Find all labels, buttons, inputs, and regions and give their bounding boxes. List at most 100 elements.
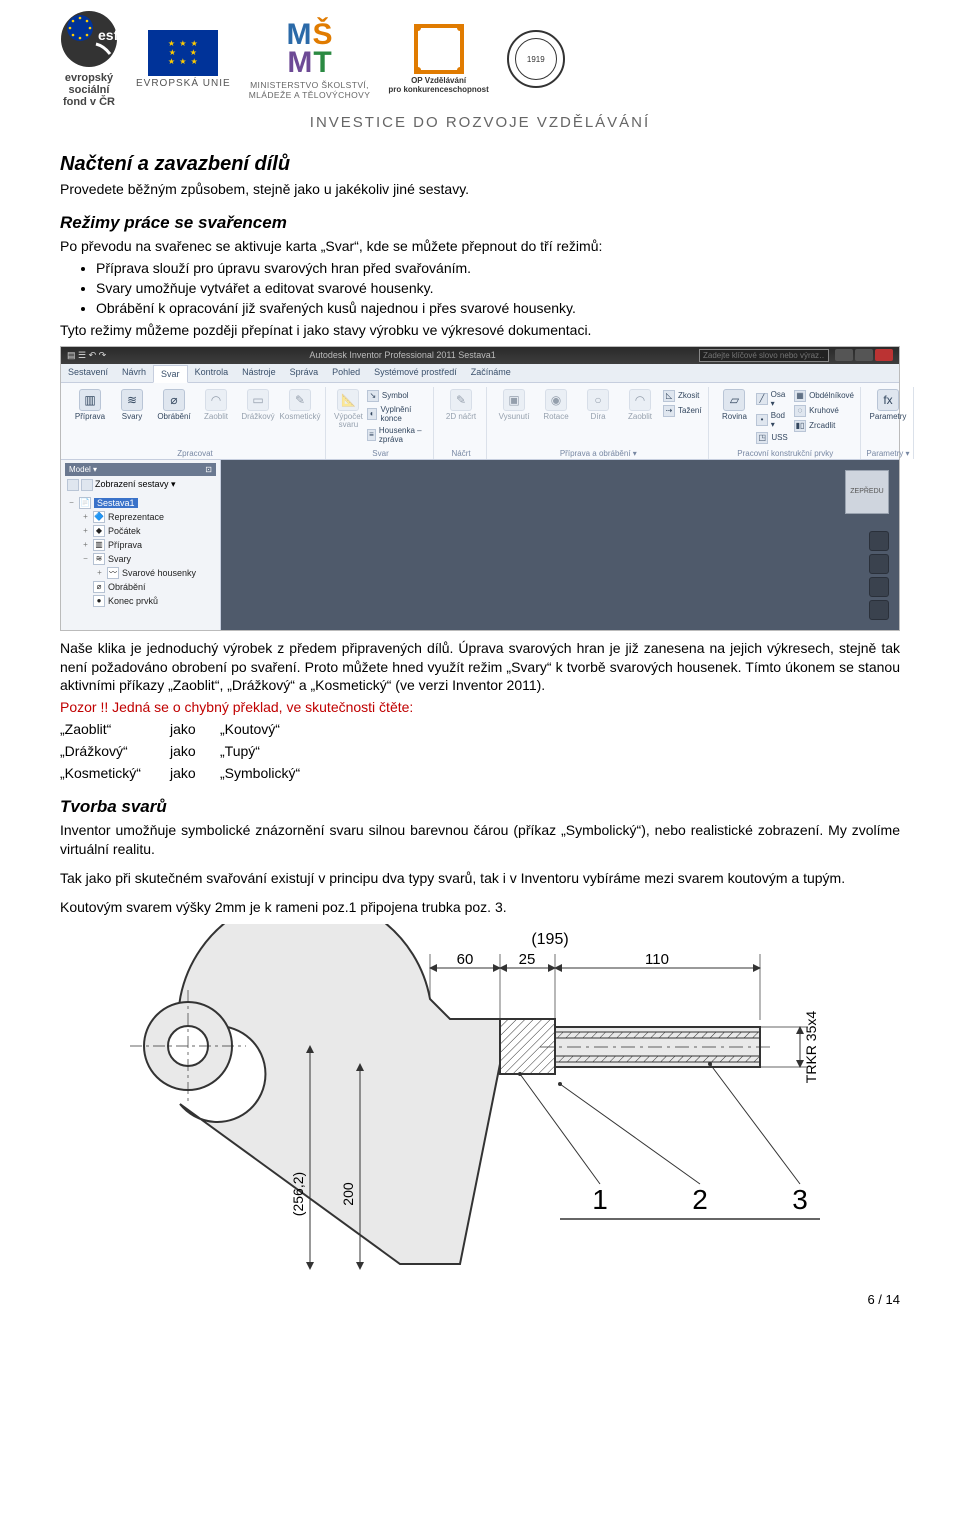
ribbon-stack: ▦Obdélníkové◌Kruhové▮▯Zrcadlit [794,389,854,433]
svg-text:25: 25 [519,951,536,968]
op-square-icon [414,24,464,74]
drawing-svg: (195) 60 25 110 TRKR 35x4 (256,2) 200 1 … [60,924,900,1274]
button-label: Zrcadlit [809,421,835,430]
tree-node-label: Obrábění [108,582,146,592]
button-label: Bod ▾ [771,411,790,429]
obdelnikove-button[interactable]: ▦Obdélníkové [794,389,854,403]
warning-text: Pozor !! Jedná se o chybný překlad, ve s… [60,698,900,717]
model-panel-header[interactable]: Model ▾⊡ [65,463,216,476]
help-search-input[interactable] [699,349,829,362]
button-label: Rovina [722,413,747,421]
osa-button[interactable]: ╱ Osa ▾ [756,389,790,409]
tree-node-svarove-housenky[interactable]: +〰Svarové housenky [67,566,214,580]
view-mode-dropdown[interactable]: Zobrazení sestavy ▾ [95,479,176,490]
bod-button[interactable]: • Bod ▾ [756,410,790,430]
kruhove-icon: ◌ [794,405,806,417]
ribbon-tab[interactable]: Sestavení [61,364,115,382]
expand-icon[interactable]: + [81,540,90,549]
close-button[interactable] [875,349,893,361]
dira-button: ○Díra [579,389,617,421]
translation-row: „Zaoblit“jako„Koutový“ [60,720,900,739]
viewcube[interactable]: ZEPŘEDU [845,470,889,514]
svg-text:200: 200 [340,1183,356,1207]
tree-node-label: Příprava [108,540,142,550]
svary-icon: ≋ [121,389,143,411]
search-icon[interactable] [81,479,93,491]
expand-icon[interactable]: + [81,512,90,521]
rotace-button: ◉Rotace [537,389,575,421]
esf-icon: esf [60,10,118,68]
filter-icon[interactable] [67,479,79,491]
tree-node-priprava[interactable]: +▥Příprava [67,538,214,552]
minimize-button[interactable] [835,349,853,361]
tazeni-button[interactable]: ⇢Tažení [663,404,702,418]
ribbon-group: 📐Výpočet svaru↘Symbol◐Vyplnění konce≡Hou… [328,387,434,459]
op-logo: OP Vzdělávání pro konkurenceschopnost [388,24,488,95]
heading-nacteni: Načtení a zavazbení dílů [60,153,900,176]
ribbon-tab[interactable]: Kontrola [188,364,236,382]
button-label: Osa ▾ [771,390,790,408]
ribbon-tab[interactable]: Nástroje [235,364,283,382]
rovina-button[interactable]: ▱Rovina [717,389,753,421]
ribbon-tab[interactable]: Systémové prostředí [367,364,464,382]
zrcadlit-button[interactable]: ▮▯Zrcadlit [794,419,854,433]
tree-node-konec-prvku[interactable]: ●Konec prvků [67,594,214,608]
window-titlebar: ▤ ☰ ↶ ↷ Autodesk Inventor Professional 2… [61,347,899,364]
tree-node-label: Konec prvků [108,596,158,606]
zaoblit2-icon: ◠ [629,389,651,411]
ribbon-tab[interactable]: Svar [153,365,188,383]
vysunuti-button: ▣Vysunutí [495,389,533,421]
parametry-button[interactable]: fxParametry [869,389,907,421]
svg-text:(256,2): (256,2) [290,1172,306,1216]
orbit-icon[interactable] [869,600,889,620]
ribbon-tab[interactable]: Návrh [115,364,153,382]
tree-node-icon: 📄 [79,497,91,509]
expand-icon[interactable]: − [67,498,76,507]
uss-button[interactable]: ◳USS [756,431,790,445]
text-tvorba-p1: Inventor umožňuje symbolické znázornění … [60,821,900,859]
ribbon-group: ▥Příprava≋Svary⌀Obrábění◠Zaoblit▭Drážkov… [65,387,326,459]
zrcadlit-icon: ▮▯ [794,420,806,432]
tree-node-svary-node[interactable]: −≋Svary [67,552,214,566]
svg-text:TRKR 35x4: TRKR 35x4 [803,1011,819,1084]
pan-icon[interactable] [869,554,889,574]
2d-nacrt-button: ✎2D náčrt [442,389,480,421]
ribbon-tab[interactable]: Začínáme [464,364,518,382]
obrabeni-button[interactable]: ⌀Obrábění [155,389,193,421]
window-title: Autodesk Inventor Professional 2011 Sest… [106,350,699,360]
tree-node-reprezentace[interactable]: +🔷Reprezentace [67,510,214,524]
expand-icon[interactable]: − [81,554,90,563]
model-browser-panel: Model ▾⊡ Zobrazení sestavy ▾ −📄Sestava1+… [61,460,221,630]
svary-button[interactable]: ≋Svary [113,389,151,421]
tree-node-sestava1[interactable]: −📄Sestava1 [67,496,214,510]
list-item: Obrábění k opracování již svařených kusů… [96,299,900,318]
kosmeticky-button: ✎Kosmetický [281,389,319,421]
ribbon-group-label: Parametry ▾ [863,449,913,458]
kruhove-button[interactable]: ◌Kruhové [794,404,854,418]
svg-text:(195): (195) [531,931,568,948]
graphics-viewport[interactable]: ZEPŘEDU [221,460,899,630]
ribbon-tab[interactable]: Pohled [325,364,367,382]
msmt-logo: M Š M T MINISTERSTVO ŠKOLSTVÍ, MLÁDEŽE A… [249,18,371,100]
bod-icon: • [756,414,767,426]
ribbon-tab[interactable]: Správa [283,364,326,382]
housenka-zprava-button[interactable]: ≡Housenka – zpráva [367,425,427,445]
ribbon-tabs: SestaveníNávrhSvarKontrolaNástrojeSpráva… [61,364,899,383]
tree-node-obrabeni-node[interactable]: ⌀Obrábění [67,580,214,594]
expand-icon[interactable]: + [95,568,104,577]
button-label: Výpočet svaru [334,413,363,429]
zkosit-button[interactable]: ◺Zkosit [663,389,702,403]
vyplneni-konce-button[interactable]: ◐Vyplnění konce [367,404,427,424]
expand-icon[interactable]: + [81,526,90,535]
zoom-icon[interactable] [869,577,889,597]
maximize-button[interactable] [855,349,873,361]
tree-node-pocatek[interactable]: +◆Počátek [67,524,214,538]
svg-text:1: 1 [592,1184,608,1215]
symbol-button[interactable]: ↘Symbol [367,389,427,403]
priprava-button[interactable]: ▥Příprava [71,389,109,421]
osa-icon: ╱ [756,393,767,405]
obrabeni-icon: ⌀ [163,389,185,411]
tree-node-icon: ⌀ [93,581,105,593]
home-view-icon[interactable] [869,531,889,551]
button-label: Vysunutí [499,413,530,421]
